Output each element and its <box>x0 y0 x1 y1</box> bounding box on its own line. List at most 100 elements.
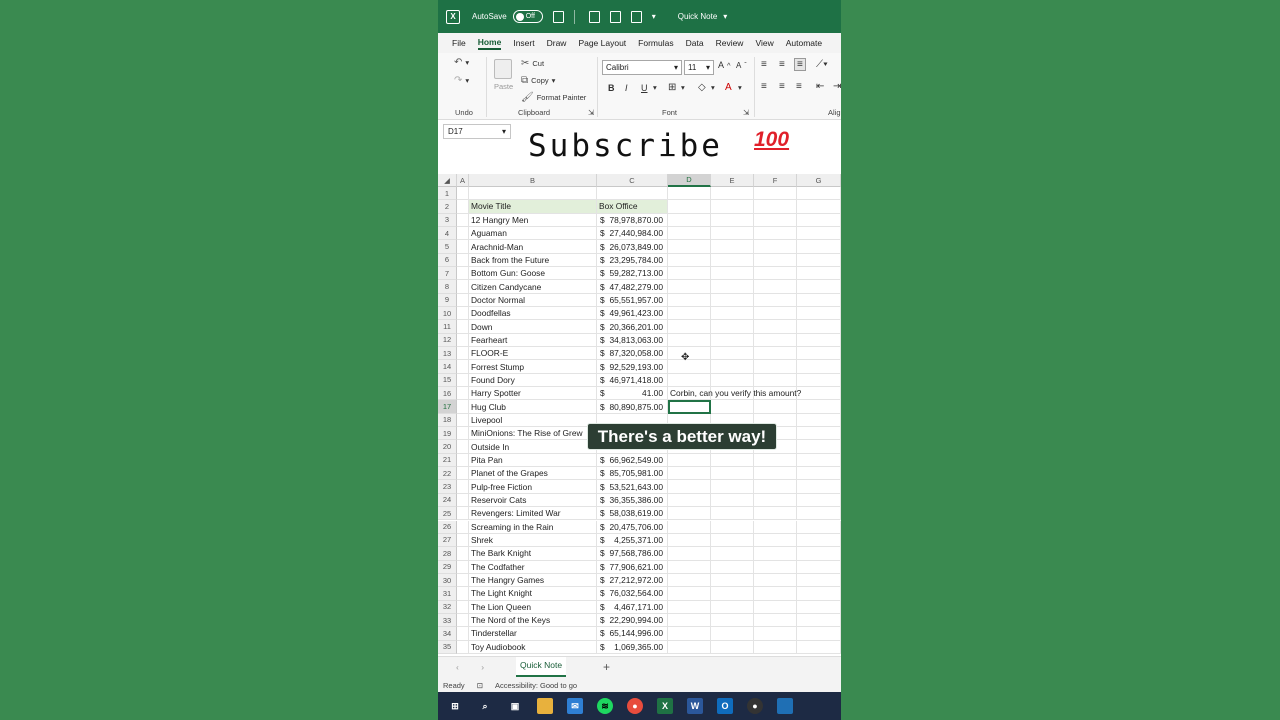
cell[interactable] <box>457 547 469 561</box>
box-office-cell[interactable]: $47,482,279.00 <box>597 280 668 294</box>
cell[interactable] <box>754 320 797 334</box>
cell[interactable] <box>797 453 841 468</box>
tab-formulas[interactable]: Formulas <box>638 38 673 48</box>
tab-view[interactable]: View <box>755 38 773 48</box>
movie-title-cell[interactable]: Aguaman <box>469 227 597 241</box>
row-header[interactable]: 22 <box>438 467 457 481</box>
cell[interactable] <box>754 560 797 574</box>
movie-title-cell[interactable]: Screaming in the Rain <box>469 520 597 534</box>
tab-file[interactable]: File <box>452 38 466 48</box>
row-header[interactable]: 18 <box>438 413 457 428</box>
row-header[interactable]: 3 <box>438 213 457 227</box>
cell[interactable] <box>797 440 841 454</box>
cell[interactable] <box>668 213 711 227</box>
cell[interactable] <box>711 627 754 641</box>
cell[interactable] <box>668 333 711 348</box>
cell[interactable] <box>457 627 469 641</box>
row-header[interactable]: 30 <box>438 573 457 588</box>
box-office-cell[interactable]: $23,295,784.00 <box>597 253 668 268</box>
box-office-cell[interactable]: $27,212,972.00 <box>597 573 668 588</box>
sheet-nav-arrows-icon[interactable]: ‹ › <box>456 662 494 672</box>
cell[interactable] <box>457 440 469 454</box>
row-header[interactable]: 13 <box>438 347 457 361</box>
cell[interactable] <box>797 400 841 414</box>
cell[interactable] <box>797 360 841 374</box>
box-office-cell[interactable]: $46,971,418.00 <box>597 373 668 388</box>
row-header[interactable]: 11 <box>438 320 457 334</box>
cell[interactable] <box>457 600 469 614</box>
movie-title-cell[interactable]: Shrek <box>469 533 597 548</box>
cell[interactable] <box>797 347 841 361</box>
box-office-cell[interactable]: $77,906,621.00 <box>597 560 668 574</box>
cell[interactable] <box>711 213 754 227</box>
row-header[interactable]: 14 <box>438 360 457 374</box>
cell[interactable] <box>457 520 469 534</box>
cell[interactable] <box>797 373 841 388</box>
cell[interactable] <box>754 280 797 294</box>
cell[interactable] <box>668 360 711 374</box>
column-header-g[interactable]: G <box>797 174 841 187</box>
cell[interactable] <box>754 227 797 241</box>
sheet-tab-quick-note[interactable]: Quick Note <box>516 657 567 677</box>
movie-title-cell[interactable]: Livepool <box>469 413 597 428</box>
new-file-icon[interactable] <box>630 10 642 23</box>
movie-title-cell[interactable]: Planet of the Grapes <box>469 467 597 481</box>
cell[interactable] <box>711 400 754 414</box>
cell[interactable] <box>457 373 469 388</box>
movie-title-cell[interactable]: Outside In <box>469 440 597 454</box>
cell[interactable] <box>797 240 841 254</box>
cell[interactable] <box>711 333 754 348</box>
cell[interactable] <box>668 600 711 614</box>
tab-insert[interactable]: Insert <box>513 38 534 48</box>
cell[interactable] <box>711 480 754 494</box>
cell[interactable] <box>668 293 711 308</box>
cell[interactable] <box>457 213 469 227</box>
cell[interactable] <box>668 280 711 294</box>
document-icon[interactable] <box>609 10 621 23</box>
cell[interactable] <box>754 493 797 508</box>
cell[interactable] <box>711 360 754 374</box>
align-bottom-icon[interactable]: ≡ <box>794 58 806 71</box>
box-office-cell[interactable]: $92,529,193.00 <box>597 360 668 374</box>
cell[interactable] <box>797 533 841 548</box>
cell[interactable] <box>797 613 841 628</box>
outlook-icon[interactable]: O <box>717 698 733 714</box>
cell[interactable] <box>797 600 841 614</box>
fill-color-icon[interactable]: ◇ <box>698 82 706 93</box>
cell[interactable] <box>457 413 469 428</box>
movie-title-cell[interactable]: Fearheart <box>469 333 597 348</box>
font-color-icon[interactable]: A <box>725 82 732 93</box>
cell[interactable] <box>754 547 797 561</box>
cell[interactable] <box>754 400 797 414</box>
fill-color-dropdown-icon[interactable]: ▾ <box>711 83 715 92</box>
recorder-icon[interactable]: ● <box>747 698 763 714</box>
cell[interactable] <box>457 333 469 348</box>
cell[interactable] <box>797 387 841 401</box>
cell[interactable] <box>711 547 754 561</box>
font-color-dropdown-icon[interactable]: ▾ <box>738 83 742 92</box>
name-box[interactable]: D17 ▾ <box>443 124 511 139</box>
cell[interactable] <box>457 533 469 548</box>
search-icon[interactable]: ⌕ <box>477 698 493 714</box>
orientation-icon[interactable]: ⟋▾ <box>816 59 828 70</box>
cell[interactable] <box>668 240 711 254</box>
word-icon[interactable]: W <box>687 698 703 714</box>
movie-title-cell[interactable]: Doctor Normal <box>469 293 597 308</box>
cell[interactable] <box>457 267 469 281</box>
movie-title-cell[interactable]: Pulp-free Fiction <box>469 480 597 494</box>
cell[interactable] <box>668 467 711 481</box>
cell[interactable] <box>668 307 711 321</box>
cell[interactable] <box>457 613 469 628</box>
task-view-icon[interactable]: ▣ <box>507 698 523 714</box>
align-top-icon[interactable]: ≡ <box>761 59 767 70</box>
cell[interactable] <box>668 453 711 468</box>
cell[interactable] <box>797 253 841 268</box>
movie-title-cell[interactable]: Citizen Candycane <box>469 280 597 294</box>
cell[interactable] <box>711 187 754 201</box>
movie-title-cell[interactable]: Hug Club <box>469 400 597 414</box>
borders-dropdown-icon[interactable]: ▾ <box>681 83 685 92</box>
movie-title-cell[interactable]: 12 Hangry Men <box>469 213 597 227</box>
cell[interactable] <box>668 573 711 588</box>
movie-title-cell[interactable]: The Nord of the Keys <box>469 613 597 628</box>
selected-cell-d17[interactable] <box>668 400 711 414</box>
